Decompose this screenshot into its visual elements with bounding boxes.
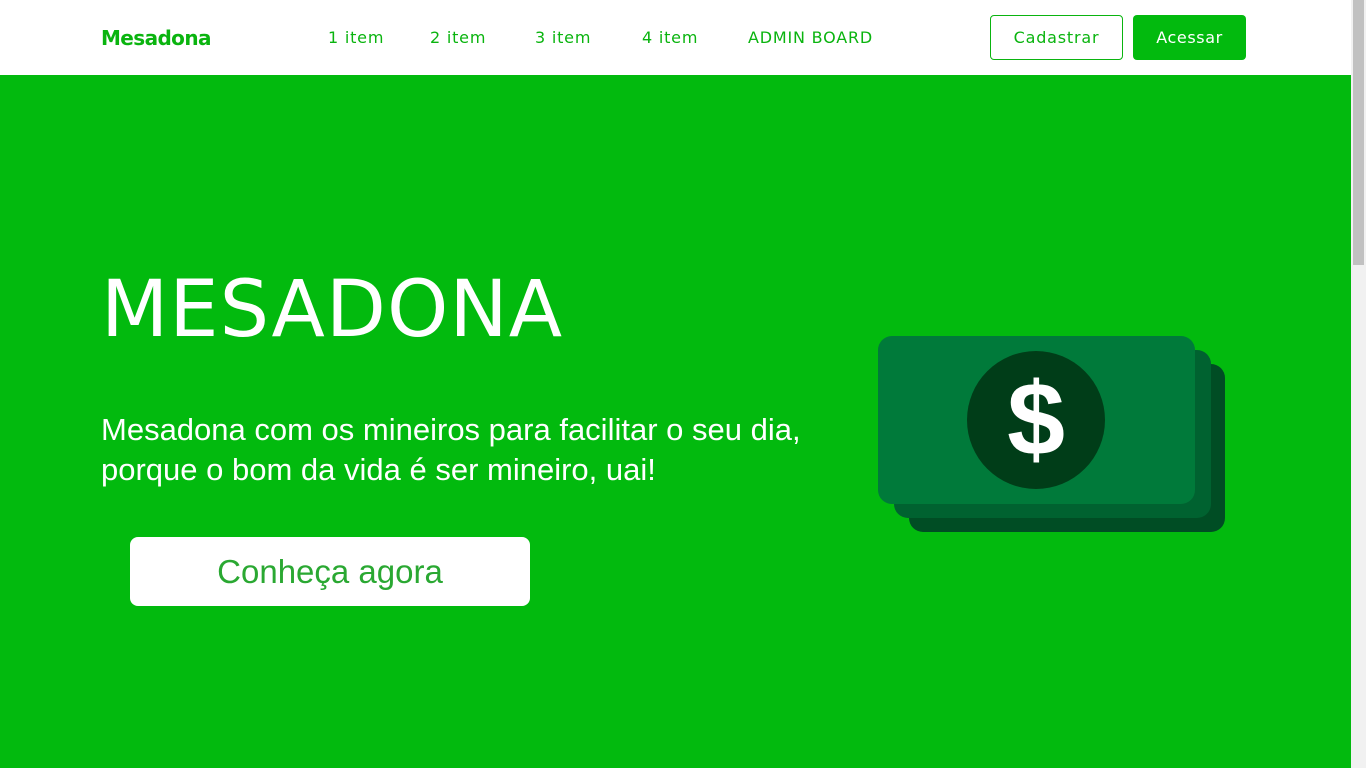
login-button[interactable]: Acessar: [1133, 15, 1246, 60]
header: Mesadona 1 item 2 item 3 item 4 item ADM…: [0, 0, 1351, 75]
money-bill-icon: $: [878, 336, 1225, 532]
nav-item-1[interactable]: 1 item: [328, 28, 384, 47]
scrollbar-thumb[interactable]: [1353, 0, 1364, 265]
hero-section: MESADONA Mesadona com os mineiros para f…: [0, 75, 1351, 768]
page: Mesadona 1 item 2 item 3 item 4 item ADM…: [0, 0, 1351, 768]
hero-text: Mesadona com os mineiros para facilitar …: [101, 412, 801, 487]
scrollbar[interactable]: [1351, 0, 1366, 768]
learn-more-button[interactable]: Conheça agora: [130, 537, 530, 606]
register-button[interactable]: Cadastrar: [990, 15, 1123, 60]
hero-title: MESADONA: [101, 265, 564, 355]
nav-item-2[interactable]: 2 item: [430, 28, 486, 47]
dollar-symbol: $: [1007, 362, 1065, 478]
nav-item-4[interactable]: 4 item: [642, 28, 698, 47]
nav-item-admin-board[interactable]: ADMIN BOARD: [748, 28, 873, 47]
nav-item-3[interactable]: 3 item: [535, 28, 591, 47]
